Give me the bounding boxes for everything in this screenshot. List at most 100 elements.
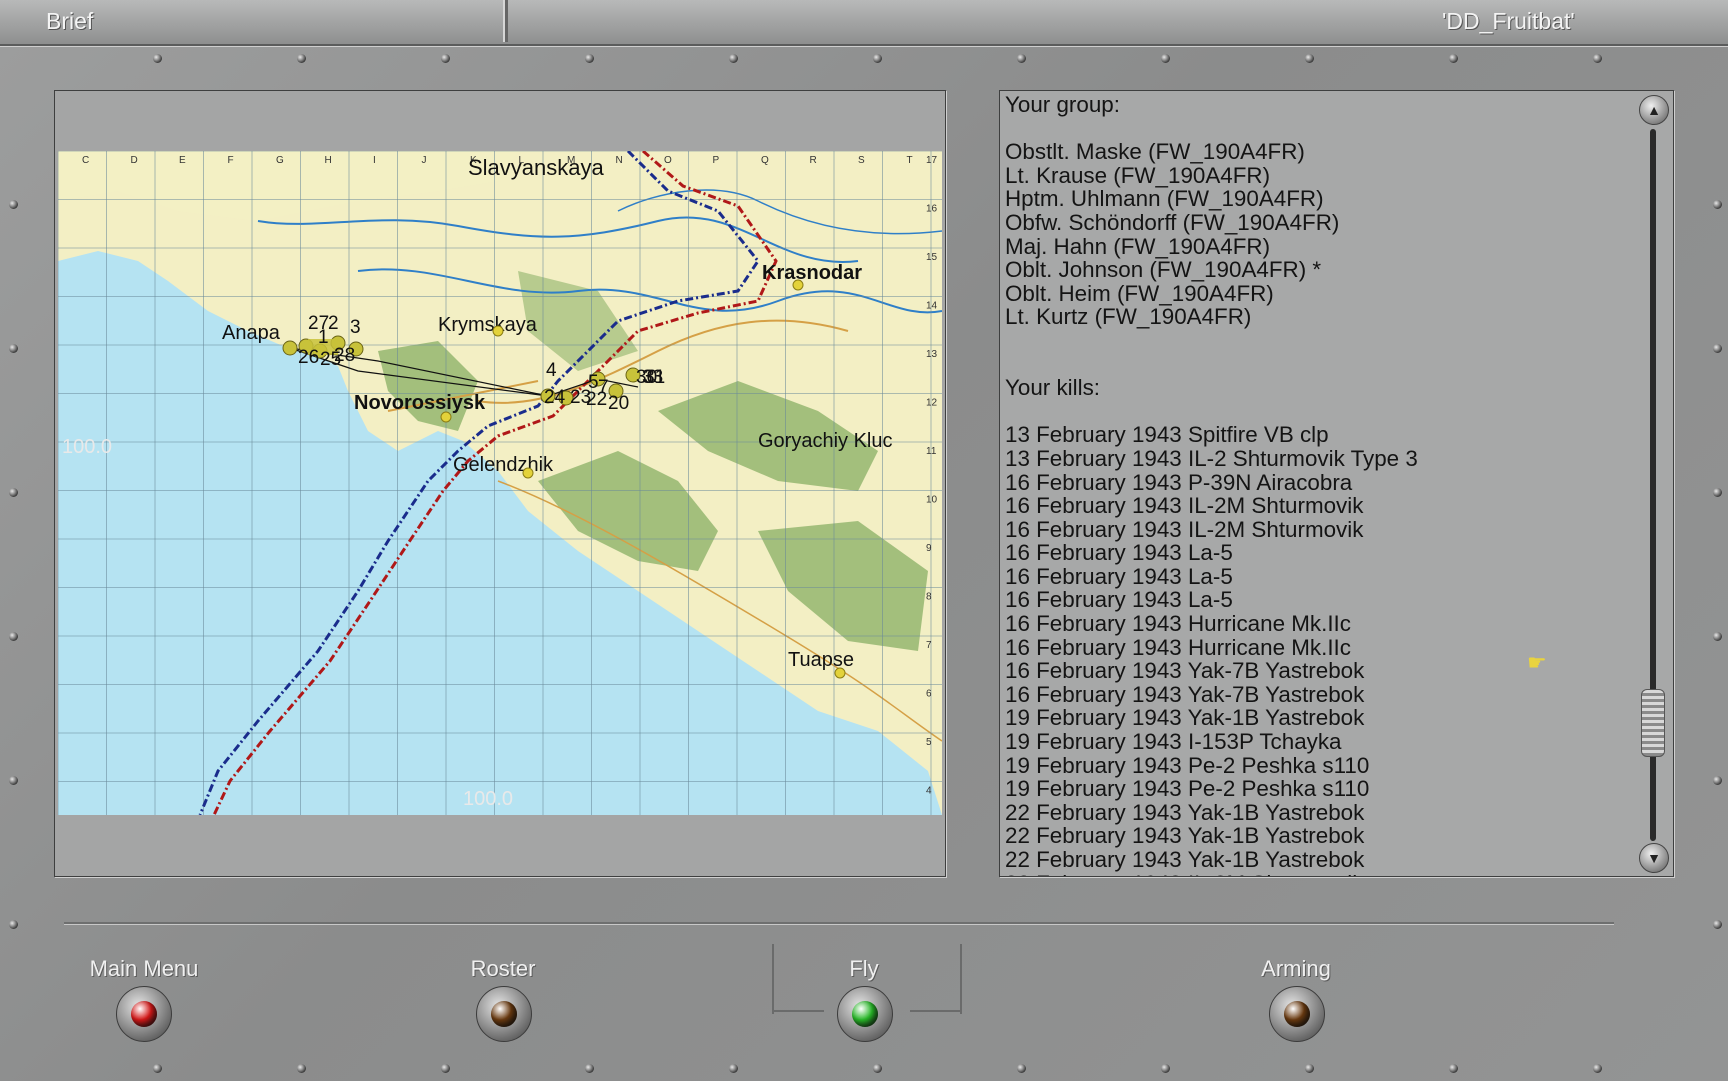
kill-entry: 16 February 1943 La-5 (1005, 587, 1233, 613)
kill-entry: 16 February 1943 La-5 (1005, 540, 1233, 566)
waypoint-label: 26 (298, 347, 319, 368)
grid-row-label: 12 (926, 398, 938, 409)
grid-column-label: F (228, 155, 234, 166)
waypoint-label: 7 (598, 377, 609, 398)
grid-column-label: R (810, 155, 817, 166)
scroll-up-icon[interactable]: ▲ (1639, 95, 1669, 125)
kill-entry: 16 February 1943 IL-2M Shturmovik (1005, 516, 1364, 542)
main-menu-button[interactable] (116, 986, 172, 1042)
briefing-text-panel: Your group: Obstlt. Maske (FW_190A4FR) Lt… (999, 90, 1674, 877)
rivet (9, 632, 18, 641)
rivet (873, 54, 882, 63)
text-scrollbar[interactable]: ▲ ▼ (1633, 91, 1673, 876)
rivet (1161, 1064, 1170, 1073)
grid-column-label: H (325, 155, 332, 166)
grid-row-label: 16 (926, 204, 938, 215)
rivet (297, 54, 306, 63)
kill-entry: 16 February 1943 P-39N Airacobra (1005, 469, 1353, 495)
grid-column-label: J (422, 155, 427, 166)
grid-column-label: N (616, 155, 623, 166)
tab-brief: Brief (0, 0, 508, 42)
grid-row-label: 7 (926, 640, 932, 651)
grid-column-label: E (179, 155, 186, 166)
grid-column-label: D (131, 155, 138, 166)
grid-row-label: 9 (926, 543, 932, 554)
roster-button[interactable] (476, 986, 532, 1042)
rivet (153, 1064, 162, 1073)
group-member: Hptm. Uhlmann (FW_190A4FR) (1005, 186, 1324, 212)
kill-entry: 16 February 1943 Yak-7B Yastrebok (1005, 681, 1365, 707)
rivet (585, 54, 594, 63)
city-label: Krymskaya (438, 314, 538, 336)
rivet (1305, 1064, 1314, 1073)
waypoint-label: 31 (644, 367, 665, 388)
group-member: Obstlt. Maske (FW_190A4FR) (1005, 139, 1305, 165)
main-menu-label: Main Menu (89, 956, 199, 981)
rivet (1713, 488, 1722, 497)
fly-button[interactable] (837, 986, 893, 1042)
city-marker (522, 467, 534, 479)
grid-row-label: 8 (926, 592, 932, 603)
grid-column-label: O (664, 155, 672, 166)
city-label: Slavyanskaya (468, 155, 605, 180)
rivet (729, 54, 738, 63)
rivet (9, 344, 18, 353)
rivet (1305, 54, 1314, 63)
waypoint-label: 4 (546, 360, 557, 381)
pointer-hand-icon: ☛ (1527, 650, 1547, 675)
kill-entry: 13 February 1943 IL-2 Shturmovik Type 3 (1005, 445, 1418, 471)
rivet (441, 54, 450, 63)
roster-label: Roster (470, 956, 536, 981)
grid-row-label: 5 (926, 737, 932, 748)
kill-entry: 13 February 1943 Spitfire VB clp (1005, 422, 1329, 448)
arming-button[interactable] (1269, 986, 1325, 1042)
city-label: Goryachiy Kluc (758, 430, 893, 452)
group-heading: Your group: (1005, 92, 1120, 117)
kill-entry: 19 February 1943 Pe-2 Peshka s110 (1005, 776, 1370, 802)
grid-row-label: 15 (926, 252, 938, 263)
briefing-map[interactable]: C D E F G H I J K L M N O P Q R S T 1716151413121110987654… (58, 151, 942, 815)
city-label: Tuapse (788, 649, 854, 671)
group-member: Oblt. Johnson (FW_190A4FR) * (1005, 257, 1322, 283)
rivet (441, 1064, 450, 1073)
city-marker (834, 667, 846, 679)
grid-column-label: S (858, 155, 865, 166)
rivet (1017, 54, 1026, 63)
scale-label: 100.0 (463, 788, 513, 810)
waypoint-label: 2 (328, 313, 339, 334)
grid-row-label: 10 (926, 495, 938, 506)
grid-row-label: 17 (926, 155, 938, 166)
city-label: Novorossiysk (354, 392, 486, 414)
briefing-text: Your group: Obstlt. Maske (FW_190A4FR) Lt… (1005, 92, 1625, 876)
waypoint-label: 1 (318, 327, 329, 348)
group-member: Maj. Hahn (FW_190A4FR) (1005, 233, 1271, 259)
waypoint-label: 3 (350, 317, 361, 338)
kill-entry: 16 February 1943 La-5 (1005, 563, 1233, 589)
rivet (1017, 1064, 1026, 1073)
rivet (9, 776, 18, 785)
red-light-icon (131, 1001, 157, 1027)
grid-column-label: P (713, 155, 720, 166)
kill-entry: 22 February 1943 Yak-1B Yastrebok (1005, 799, 1365, 825)
rivet (585, 1064, 594, 1073)
kill-entry: 19 February 1943 I-153P Tchayka (1005, 729, 1342, 755)
rivet (1713, 776, 1722, 785)
city-label: Krasnodar (762, 262, 862, 284)
grid-row-label: 4 (926, 786, 932, 797)
brown-light-icon (1284, 1001, 1310, 1027)
kills-heading: Your kills: (1005, 375, 1100, 401)
divider (64, 922, 1614, 924)
group-list: Obstlt. Maske (FW_190A4FR) Lt. Krause (FW… (1005, 140, 1625, 329)
rivet (1449, 1064, 1458, 1073)
waypoint-label: 28 (334, 345, 355, 366)
fly-label: Fly (849, 956, 879, 981)
rivet (1713, 344, 1722, 353)
rivet (1593, 54, 1602, 63)
scroll-down-icon[interactable]: ▼ (1639, 843, 1669, 873)
waypoint-marker (282, 340, 298, 356)
scroll-thumb[interactable] (1641, 689, 1665, 757)
brown-light-icon (491, 1001, 517, 1027)
green-light-icon (852, 1001, 878, 1027)
rivet (153, 54, 162, 63)
rivet (873, 1064, 882, 1073)
